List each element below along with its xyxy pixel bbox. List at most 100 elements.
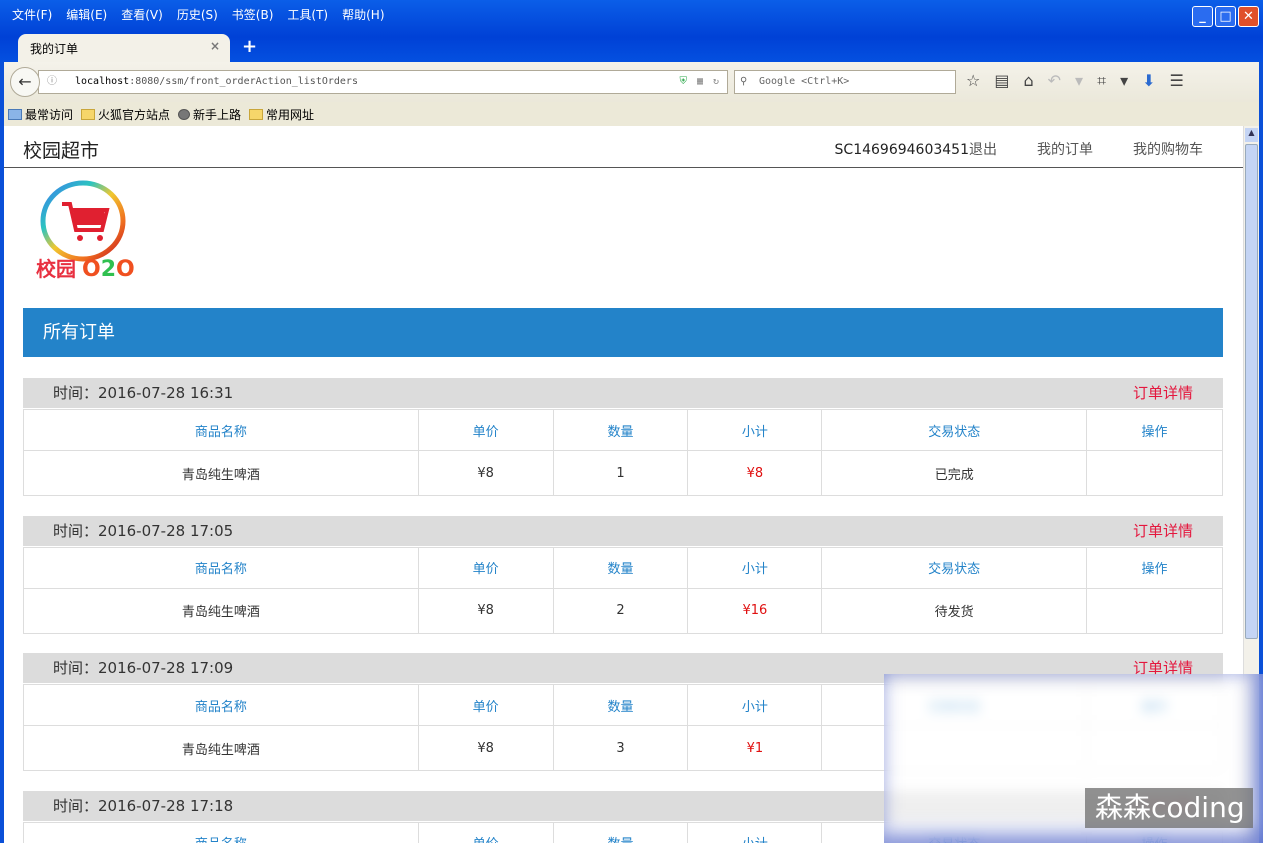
site-logo: 校园 O2O	[32, 176, 142, 284]
item-name: 青岛纯生啤酒	[23, 587, 419, 634]
bookmark-getting-started[interactable]: 新手上路	[178, 106, 241, 123]
menu-bar: 文件(F) 编辑(E) 查看(V) 历史(S) 书签(B) 工具(T) 帮助(H…	[6, 4, 393, 25]
qr-code-icon[interactable]: ▦	[697, 71, 703, 93]
column-header: 交易状态	[821, 409, 1088, 451]
action-cell	[1086, 450, 1223, 496]
column-header: 交易状态	[821, 546, 1088, 589]
close-tab-icon[interactable]: ×	[210, 39, 220, 53]
column-header: 小计	[687, 821, 823, 843]
maximize-button[interactable]: □	[1215, 6, 1236, 27]
bookmarks-bar: 最常访问 火狐官方站点 新手上路 常用网址	[4, 102, 1259, 126]
column-header: 小计	[687, 409, 823, 451]
order-table: 商品名称 单价 数量 小计 交易状态 操作 青岛纯生啤酒 ¥8 2 ¥16 待发货	[23, 546, 1223, 634]
url-path: :8080/ssm/front_orderAction_listOrders	[129, 76, 358, 87]
order-time: 时间：2016-07-28 17:05	[53, 521, 234, 540]
reload-icon[interactable]: ↻	[713, 71, 719, 93]
quantity: 3	[552, 725, 689, 771]
quantity: 2	[552, 587, 689, 634]
order-header: 时间：2016-07-28 16:31 订单详情	[23, 378, 1223, 408]
new-tab-button[interactable]: +	[242, 36, 257, 57]
subtotal: ¥1	[687, 725, 823, 771]
shield-icon[interactable]: ⛨	[679, 71, 687, 93]
close-window-button[interactable]: ✕	[1238, 6, 1259, 27]
column-header: 小计	[687, 546, 823, 589]
menu-history[interactable]: 历史(S)	[171, 4, 226, 25]
column-header: 小计	[687, 684, 823, 726]
bookmark-firefox-site[interactable]: 火狐官方站点	[81, 106, 170, 123]
order-detail-link[interactable]: 订单详情	[1133, 378, 1193, 408]
menu-bookmarks[interactable]: 书签(B)	[226, 4, 282, 25]
nav-toolbar: ⓘ localhost:8080/ssm/front_orderAction_l…	[4, 62, 1259, 102]
my-cart-link[interactable]: 我的购物车	[1133, 139, 1203, 159]
watermark: 森森coding	[1085, 788, 1253, 828]
tab-title: 我的订单	[30, 42, 79, 56]
bookmark-common-sites[interactable]: 常用网址	[249, 106, 314, 123]
order-detail-link[interactable]: 订单详情	[1133, 516, 1193, 546]
download-icon[interactable]: ⬇	[1142, 71, 1155, 91]
crop-icon[interactable]: ⌗	[1097, 71, 1106, 91]
trade-status: 已完成	[821, 450, 1088, 496]
trade-status: 待发货	[821, 587, 1088, 634]
my-orders-link[interactable]: 我的订单	[1037, 139, 1093, 159]
info-icon[interactable]: ⓘ	[47, 71, 57, 93]
subtotal: ¥16	[687, 587, 823, 634]
minimize-button[interactable]: _	[1192, 6, 1213, 27]
table-header-row: 商品名称单价数量小计交易状态操作	[23, 409, 1223, 451]
table-row: 青岛纯生啤酒 ¥8 1 ¥8 已完成	[23, 450, 1223, 496]
column-header: 数量	[552, 821, 689, 843]
scroll-up-icon[interactable]: ▲	[1245, 128, 1258, 142]
url-host: localhost	[75, 76, 130, 87]
window-titlebar: 文件(F) 编辑(E) 查看(V) 历史(S) 书签(B) 工具(T) 帮助(H…	[0, 0, 1263, 62]
scrollbar-thumb[interactable]	[1245, 144, 1258, 639]
column-header: 商品名称	[23, 546, 419, 589]
order-table: 商品名称 单价 数量 小计 交易状态 操作 青岛纯生啤酒 ¥8 1 ¥8 已完成	[23, 409, 1223, 496]
bookmark-most-visited[interactable]: 最常访问	[8, 106, 73, 123]
all-orders-banner: 所有订单	[23, 308, 1223, 357]
order-time: 时间：2016-07-28 16:31	[53, 384, 234, 402]
reading-list-icon[interactable]: ▤	[994, 71, 1009, 91]
menu-help[interactable]: 帮助(H)	[336, 4, 392, 25]
column-header: 商品名称	[23, 821, 419, 843]
subtotal: ¥8	[687, 450, 823, 496]
logout-link[interactable]: 退出	[969, 142, 997, 158]
table-header-row: 商品名称单价数量小计交易状态操作	[23, 546, 1223, 589]
unit-price: ¥8	[417, 450, 554, 496]
order-header: 时间：2016-07-28 17:05 订单详情	[23, 515, 1223, 546]
order-block: 时间：2016-07-28 17:05 订单详情 商品名称 单价 数量 小计 交易状态 操作青…	[23, 515, 1223, 634]
item-name: 青岛纯生啤酒	[23, 725, 419, 771]
item-name: 青岛纯生啤酒	[23, 450, 419, 496]
order-time: 时间：2016-07-28 17:18	[53, 796, 234, 815]
hamburger-menu-icon[interactable]: ☰	[1170, 71, 1184, 91]
column-header: 单价	[417, 546, 554, 589]
order-time: 时间：2016-07-28 17:09	[53, 659, 234, 677]
table-row: 青岛纯生啤酒 ¥8 2 ¥16 待发货	[23, 587, 1223, 634]
action-cell	[1086, 587, 1223, 634]
column-header: 操作	[1086, 409, 1223, 451]
column-header: 商品名称	[23, 409, 419, 451]
column-header: 单价	[417, 821, 554, 843]
column-header: 数量	[552, 409, 689, 451]
menu-tools[interactable]: 工具(T)	[281, 4, 336, 25]
home-icon[interactable]: ⌂	[1023, 71, 1033, 91]
back-button[interactable]: ←	[10, 67, 40, 97]
search-icon: ⚲	[740, 76, 748, 87]
menu-view[interactable]: 查看(V)	[115, 4, 171, 25]
column-header: 商品名称	[23, 684, 419, 726]
dropdown-icon[interactable]: ▾	[1075, 71, 1083, 91]
menu-edit[interactable]: 编辑(E)	[60, 4, 115, 25]
search-input[interactable]: ⚲ Google <Ctrl+K>	[734, 70, 956, 94]
quantity: 1	[552, 450, 689, 496]
menu-file[interactable]: 文件(F)	[6, 4, 60, 25]
tab-my-orders[interactable]: 我的订单 ×	[18, 34, 230, 62]
dropdown-icon[interactable]: ▾	[1120, 71, 1128, 91]
column-header: 操作	[1086, 546, 1223, 589]
svg-text:O2O: O2O	[82, 257, 135, 281]
undo-icon[interactable]: ↶	[1048, 71, 1061, 91]
site-brand[interactable]: 校园超市	[23, 136, 99, 163]
url-bar[interactable]: ⓘ localhost:8080/ssm/front_orderAction_l…	[38, 70, 728, 94]
column-header: 数量	[552, 546, 689, 589]
username: SC1469694603451	[834, 142, 969, 158]
unit-price: ¥8	[417, 587, 554, 634]
search-placeholder: Google <Ctrl+K>	[759, 76, 850, 87]
bookmark-star-icon[interactable]: ☆	[966, 71, 980, 91]
